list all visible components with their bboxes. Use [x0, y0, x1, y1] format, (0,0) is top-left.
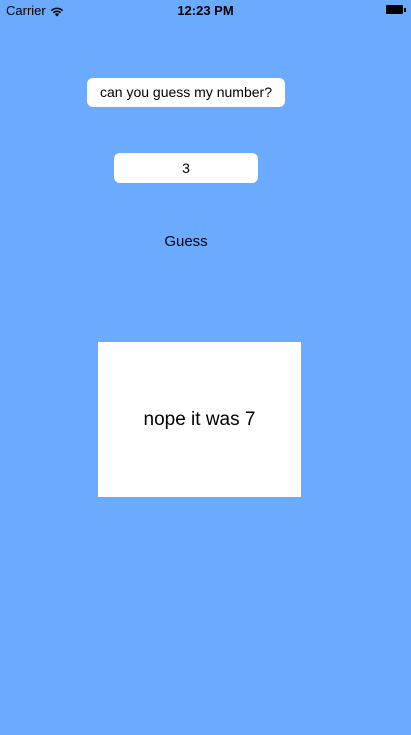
status-bar: Carrier 12:23 PM — [0, 0, 411, 20]
battery-icon — [386, 5, 406, 14]
guess-button[interactable]: Guess — [150, 230, 222, 254]
prompt-label: can you guess my number? — [87, 78, 285, 107]
status-time: 12:23 PM — [177, 3, 234, 18]
result-box: nope it was 7 — [98, 342, 301, 497]
guess-input[interactable] — [114, 153, 258, 183]
result-text: nope it was 7 — [143, 408, 256, 430]
